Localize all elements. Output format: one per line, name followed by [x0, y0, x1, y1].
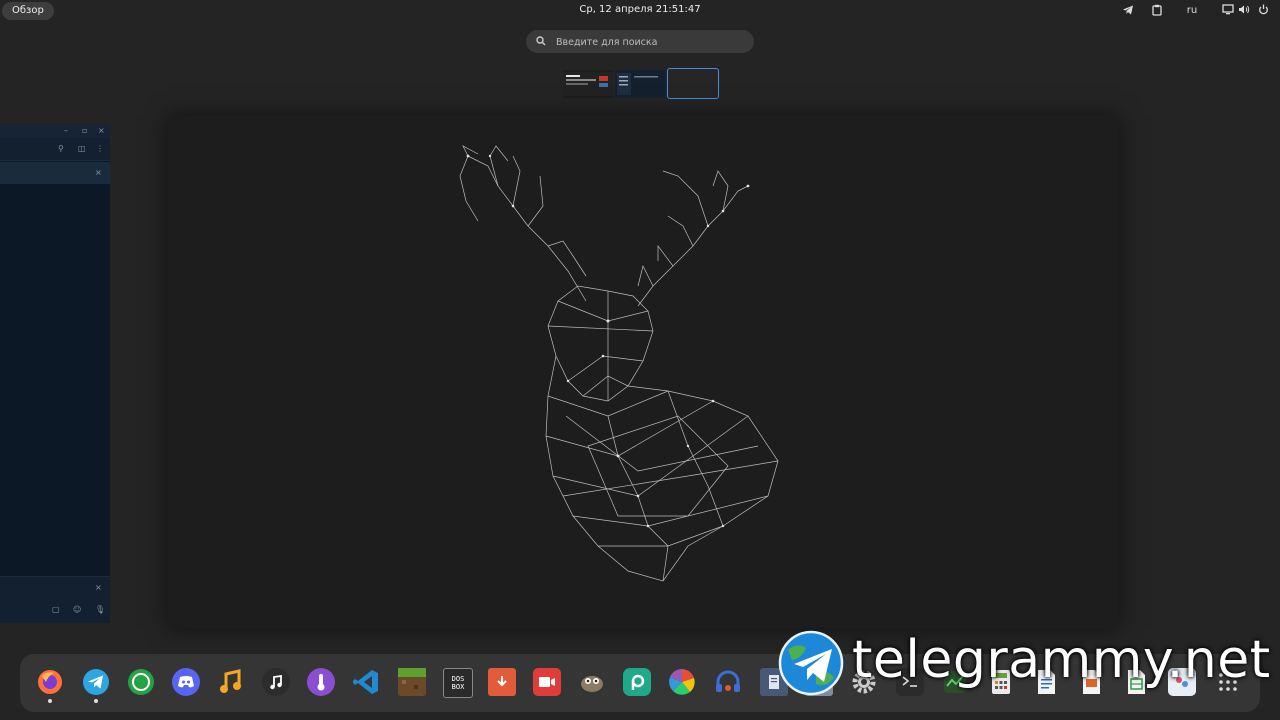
deer-wallpaper-image	[459, 145, 779, 582]
workspace-thumbnail-1[interactable]	[563, 70, 613, 98]
running-indicator	[48, 699, 52, 703]
microphone-icon[interactable]: 🎙	[95, 605, 105, 615]
close-icon[interactable]: ×	[95, 583, 102, 593]
telegram-globe-logo-icon	[778, 630, 844, 696]
dosbox-label: DOS BOX	[451, 675, 465, 691]
sidebar-toggle-icon[interactable]: ◫	[78, 144, 86, 154]
discord-icon[interactable]	[172, 668, 200, 696]
search-icon	[536, 36, 546, 46]
pinned-banner: ×	[0, 162, 110, 184]
power-icon[interactable]	[1258, 4, 1272, 18]
search-icon[interactable]: ⚲	[58, 144, 64, 154]
close-icon[interactable]: ×	[95, 168, 102, 178]
watermark-text: telegrammy.net	[852, 630, 1271, 690]
top-bar: Обзор Ср, 12 апреля 21:51:47 ru	[0, 0, 1280, 22]
gimp-icon[interactable]	[578, 668, 606, 696]
headphones-icon[interactable]	[714, 668, 742, 696]
whatsapp-icon[interactable]	[127, 668, 155, 696]
desktop-window-preview[interactable]	[168, 116, 1118, 628]
clock-datetime[interactable]: Ср, 12 апреля 21:51:47	[0, 4, 1280, 15]
running-indicator	[94, 699, 98, 703]
vscode-icon[interactable]	[352, 668, 380, 696]
language-indicator[interactable]: ru	[1184, 4, 1200, 18]
window-titlebar: – ▫ ×	[0, 124, 110, 138]
picsart-icon[interactable]	[623, 668, 651, 696]
video-downloader-icon[interactable]	[488, 668, 516, 696]
emoji-icon[interactable]: ☺	[73, 605, 81, 615]
firefox-icon[interactable]	[36, 668, 64, 696]
music-player-icon[interactable]	[217, 668, 245, 696]
watermark: telegrammy.net	[776, 628, 1270, 720]
attach-icon[interactable]: ▢	[52, 605, 60, 615]
clipboard-icon[interactable]	[1152, 4, 1166, 18]
screen-icon[interactable]	[1222, 4, 1236, 18]
color-picker-icon[interactable]	[668, 668, 696, 696]
screen-recorder-icon[interactable]	[533, 668, 561, 696]
thermometer-icon[interactable]	[307, 668, 335, 696]
music-note-icon[interactable]	[262, 668, 290, 696]
minimize-icon[interactable]: –	[64, 126, 68, 136]
dosbox-icon[interactable]: DOS BOX	[443, 668, 473, 698]
search-input[interactable]	[554, 30, 748, 55]
close-icon[interactable]: ×	[98, 126, 105, 136]
window-toolbar: ⚲ ◫ ⋮	[0, 138, 110, 161]
workspace-thumbnail-2[interactable]	[615, 70, 665, 98]
telegram-icon[interactable]	[82, 668, 110, 696]
volume-icon[interactable]	[1238, 4, 1252, 18]
more-options-icon[interactable]: ⋮	[96, 144, 104, 154]
side-window-preview[interactable]: – ▫ × ⚲ ◫ ⋮ × × ▢ ☺ 🎙	[0, 124, 110, 623]
workspace-thumbnail-3-active[interactable]	[667, 68, 719, 99]
restore-icon[interactable]: ▫	[82, 126, 87, 136]
message-bar: × ▢ ☺ 🎙	[0, 576, 110, 623]
search-bar[interactable]	[526, 30, 754, 55]
minecraft-icon[interactable]	[398, 668, 426, 696]
telegram-tray-icon[interactable]	[1122, 4, 1136, 18]
